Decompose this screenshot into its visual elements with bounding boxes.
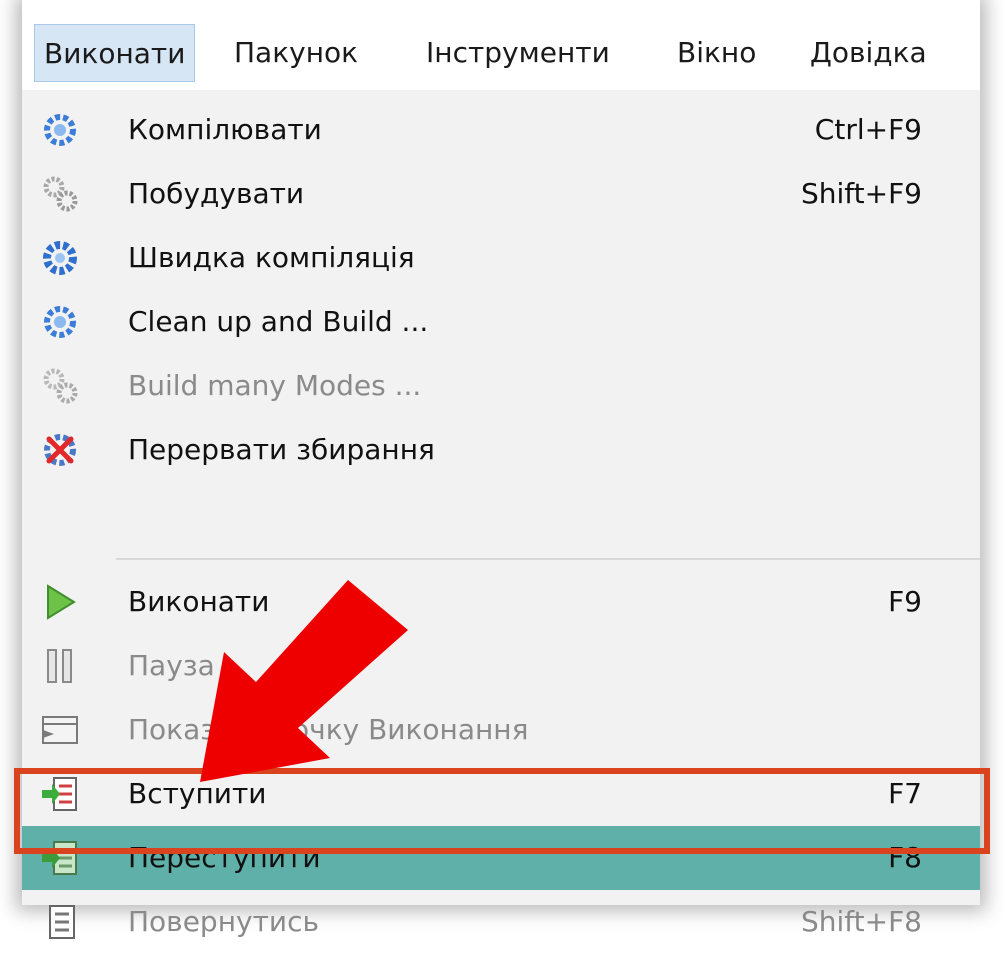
menu-package[interactable]: Пакунок [234,24,358,82]
menu-item-compile[interactable]: Компілювати Ctrl+F9 [22,98,980,162]
pause-icon [47,649,72,683]
menu-item-step-out[interactable]: Повернутись Shift+F8 [22,890,980,954]
menu-item-build-many-modes[interactable]: Build many Modes ... [22,354,980,418]
menu-item-quick-compile[interactable]: Швидка компіляція [22,226,980,290]
menu-window[interactable]: Вікно [677,24,756,82]
menu-item-abort-build[interactable]: Перервати збирання [22,418,980,482]
menubar: Виконати Пакунок Інструменти Вікно Довід… [22,18,980,84]
menu-tools[interactable]: Інструменти [426,24,610,82]
gears-gray-icon [43,368,78,404]
step-out-icon [49,905,75,939]
gears-gray-icon [43,176,78,212]
play-icon [47,584,76,620]
menu-item-run[interactable]: Виконати F9 [22,570,980,634]
menu-item-pause[interactable]: Пауза [22,634,980,698]
gear-blue-icon [44,114,76,146]
gear-blue-icon [44,306,76,338]
abort-build-icon [44,434,76,466]
annotation-highlight-box [14,768,990,854]
menu-run[interactable]: Виконати [34,24,196,82]
gear-blue-bold-icon [43,241,77,275]
menu-item-show-execution-point[interactable]: Показати точку Виконання [22,698,980,762]
menu-help[interactable]: Довідка [810,24,927,82]
annotation-arrow-icon [200,580,408,782]
show-execution-point-icon [42,716,78,744]
menu-item-clean-build[interactable]: Clean up and Build ... [22,290,980,354]
menu-item-build[interactable]: Побудувати Shift+F9 [22,162,980,226]
